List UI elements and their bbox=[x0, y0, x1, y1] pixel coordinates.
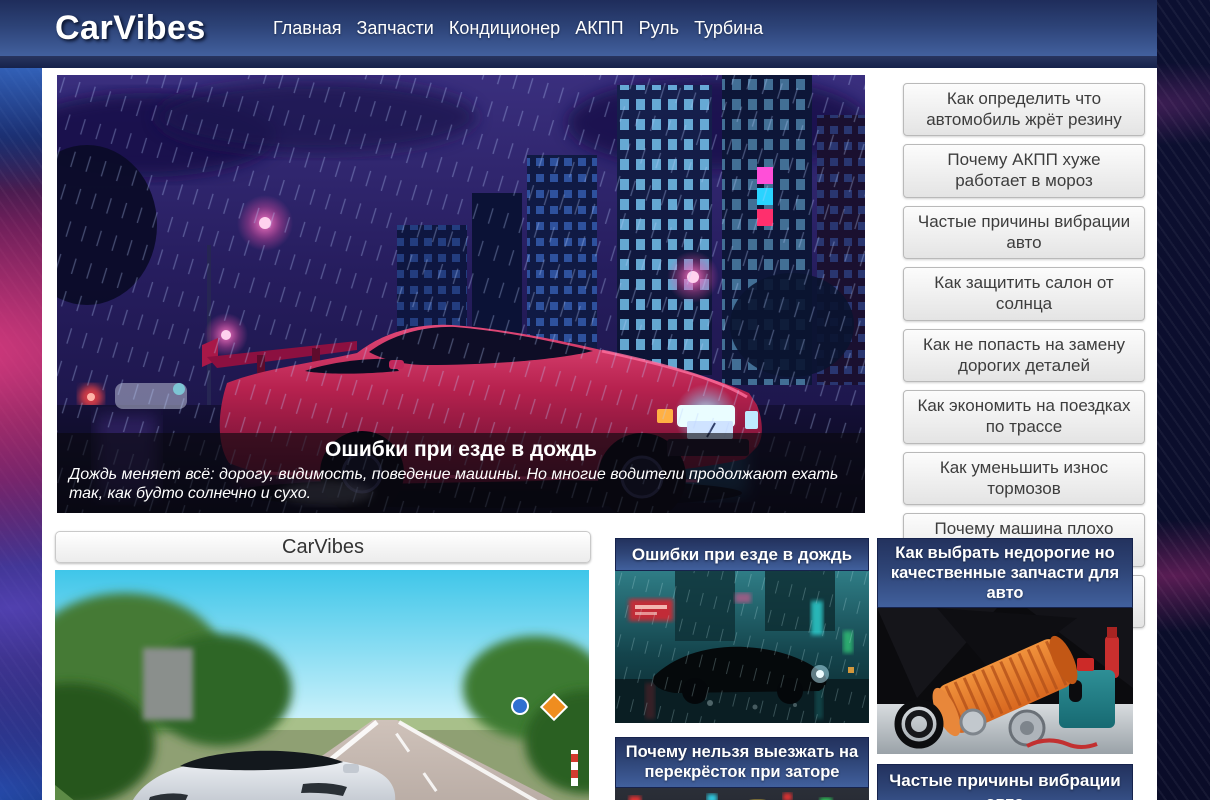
page: CarVibes Главная Запчасти Кондиционер АК… bbox=[0, 0, 1210, 800]
card-intersection-jam-image bbox=[615, 788, 869, 800]
card-rain-driving-title: Ошибки при езде в дождь bbox=[615, 538, 869, 571]
hero-subtitle: Дождь меняет всё: дорогу, видимость, пов… bbox=[69, 465, 853, 504]
card-cheap-parts[interactable]: Как выбрать недорогие но качественные за… bbox=[877, 538, 1133, 754]
road-article-image[interactable] bbox=[55, 570, 589, 800]
card-intersection-jam-title: Почему нельзя выезжать на перекрёсток пр… bbox=[615, 737, 869, 787]
sidebar-link-vibration[interactable]: Частые причины вибрации авто bbox=[903, 206, 1145, 259]
navbar-inner: CarVibes Главная Запчасти Кондиционер АК… bbox=[0, 0, 1157, 56]
nav-item-turbo[interactable]: Турбина bbox=[694, 18, 763, 39]
hero-article[interactable]: Ошибки при езде в дождь Дождь меняет всё… bbox=[57, 75, 865, 513]
main-nav: Главная Запчасти Кондиционер АКПП Руль Т… bbox=[273, 18, 763, 39]
card-vibration[interactable]: Частые причины вибрации авто bbox=[877, 764, 1133, 800]
hero-caption: Ошибки при езде в дождь Дождь меняет всё… bbox=[57, 433, 865, 513]
card-vibration-title: Частые причины вибрации авто bbox=[877, 764, 1133, 800]
middle-column: Ошибки при езде в дождь bbox=[615, 538, 869, 800]
nav-item-wheel[interactable]: Руль bbox=[639, 18, 680, 39]
sidebar-link-salon-sun[interactable]: Как защитить салон от солнца bbox=[903, 267, 1145, 320]
road-image bbox=[55, 570, 589, 800]
sidebar-link-brake-wear[interactable]: Как уменьшить износ тормозов bbox=[903, 452, 1145, 505]
top-navbar: CarVibes Главная Запчасти Кондиционер АК… bbox=[0, 0, 1157, 68]
card-rain-driving-image bbox=[615, 571, 869, 723]
card-rain-driving[interactable]: Ошибки при езде в дождь bbox=[615, 538, 869, 723]
right-column: Как выбрать недорогие но качественные за… bbox=[877, 538, 1133, 800]
content-area: Ошибки при езде в дождь Дождь меняет всё… bbox=[42, 68, 1157, 800]
nav-item-parts[interactable]: Запчасти bbox=[357, 18, 434, 39]
card-cheap-parts-image bbox=[877, 608, 1133, 754]
sidebar-link-akpp-frost[interactable]: Почему АКПП хуже работает в мороз bbox=[903, 144, 1145, 197]
sidebar-link-expensive-parts[interactable]: Как не попасть на замену дорогих деталей bbox=[903, 329, 1145, 382]
sidebar-link-highway-economy[interactable]: Как экономить на поездках по трассе bbox=[903, 390, 1145, 443]
sidebar-link-tire-wear[interactable]: Как определить что автомобиль жрёт резин… bbox=[903, 83, 1145, 136]
navbar-bottom-band bbox=[0, 56, 1157, 68]
card-intersection-jam[interactable]: Почему нельзя выезжать на перекрёсток пр… bbox=[615, 737, 869, 800]
card-cheap-parts-title: Как выбрать недорогие но качественные за… bbox=[877, 538, 1133, 608]
nav-item-akpp[interactable]: АКПП bbox=[575, 18, 623, 39]
site-logo[interactable]: CarVibes bbox=[55, 9, 223, 48]
nav-item-conditioner[interactable]: Кондиционер bbox=[449, 18, 560, 39]
nav-item-home[interactable]: Главная bbox=[273, 18, 342, 39]
section-heading: CarVibes bbox=[55, 531, 591, 563]
hero-title: Ошибки при езде в дождь bbox=[69, 438, 853, 462]
